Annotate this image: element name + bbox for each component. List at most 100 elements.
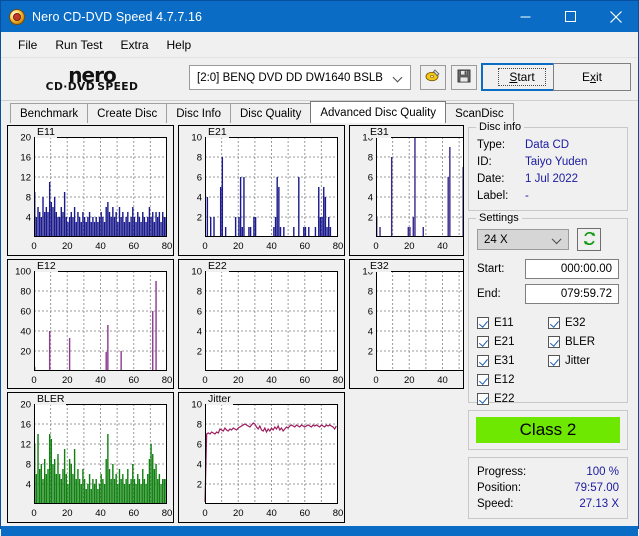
svg-text:60: 60 — [299, 375, 310, 386]
nero-disc-icon — [9, 8, 25, 25]
svg-text:80: 80 — [20, 286, 31, 297]
chart-e31-title: E31 — [368, 126, 391, 138]
disc-info-id-value: Taiyo Yuden — [525, 156, 588, 168]
svg-text:40: 40 — [266, 241, 277, 252]
svg-text:20: 20 — [404, 241, 415, 252]
checkbox-e12[interactable]: E12 — [477, 370, 548, 389]
svg-text:40: 40 — [20, 326, 31, 337]
exit-button[interactable]: Exit — [553, 63, 631, 91]
chart-plot-e31: 246810020406080 — [362, 133, 463, 252]
position-row: Position: 79:57.00 — [477, 480, 619, 496]
disc-info-date-label: Date: — [477, 173, 505, 185]
minimize-icon[interactable] — [503, 1, 548, 32]
menu-run-test[interactable]: Run Test — [46, 35, 111, 55]
chart-row-3: BLER 4 8 12 16 20 0 20 40 60 80 Jitter 2 4 6 8 10 0 20 4… — [7, 392, 468, 526]
disc-info-type-value: Data CD — [525, 139, 570, 151]
svg-text:20: 20 — [62, 508, 73, 519]
svg-text:20: 20 — [62, 241, 73, 252]
svg-text:0: 0 — [373, 241, 378, 252]
disc-info-id-label: ID: — [477, 156, 492, 168]
checkbox-e32[interactable]: E32 — [548, 313, 619, 332]
speed-label: Speed: — [477, 498, 514, 510]
disc-info-label: Label: - — [477, 188, 619, 205]
checkbox-column-left: E11 E21 E31 E12 E22 — [477, 313, 548, 408]
disc-info-label-value: - — [525, 190, 529, 202]
checkbox-bler[interactable]: BLER — [548, 332, 619, 351]
tab-advanced-disc-quality[interactable]: Advanced Disc Quality — [310, 101, 447, 123]
checkbox-column-right: E32 BLER Jitter — [548, 313, 619, 408]
chart-e32-title: E32 — [368, 259, 391, 272]
position-value: 79:57.00 — [574, 482, 619, 494]
svg-text:10: 10 — [191, 400, 202, 411]
svg-text:6: 6 — [197, 306, 202, 317]
svg-text:40: 40 — [95, 508, 106, 519]
disc-info-label-label: Label: — [477, 190, 509, 202]
end-input[interactable]: 079:59.72 — [525, 284, 619, 304]
chart-row-2: E12 20 40 60 80 100 0 20 40 60 80 E22 2 4 6 8 10 0 20 40… — [7, 258, 468, 393]
tab-create-disc[interactable]: Create Disc — [87, 103, 168, 123]
menu-extra[interactable]: Extra — [111, 35, 157, 55]
eject-disc-button[interactable] — [420, 65, 446, 90]
start-button-label-rest: tart — [517, 70, 535, 84]
svg-text:20: 20 — [62, 375, 73, 386]
svg-text:2: 2 — [197, 213, 202, 224]
svg-text:10: 10 — [191, 266, 202, 277]
svg-text:20: 20 — [20, 133, 31, 144]
chart-plot-jitter: 2 4 6 8 10 0 20 40 60 80 — [191, 400, 343, 520]
drive-select-value: [2:0] BENQ DVD DD DW1640 BSLB — [197, 71, 383, 84]
nero-logo: nero CD·DVD SPEED — [17, 65, 167, 93]
svg-text:80: 80 — [162, 241, 173, 252]
chart-plot-e21: 2 4 6 8 10 0 20 40 60 80 — [191, 133, 343, 253]
checkbox-jitter[interactable]: Jitter — [548, 351, 619, 370]
disc-info-id: ID: Taiyo Yuden — [477, 154, 619, 171]
svg-text:40: 40 — [437, 375, 448, 386]
status-bar — [1, 526, 638, 536]
close-icon[interactable] — [593, 1, 638, 32]
checkbox-e31[interactable]: E31 — [477, 351, 548, 370]
svg-text:6: 6 — [197, 440, 202, 451]
menu-file[interactable]: File — [9, 35, 46, 55]
chart-bler-title: BLER — [35, 393, 67, 406]
menu-help[interactable]: Help — [158, 35, 201, 55]
svg-text:8: 8 — [197, 286, 202, 297]
svg-text:16: 16 — [20, 153, 31, 164]
maximize-icon[interactable] — [548, 1, 593, 32]
svg-text:0: 0 — [373, 375, 378, 386]
svg-text:8: 8 — [368, 286, 373, 297]
start-input[interactable]: 000:00.00 — [525, 259, 619, 279]
svg-text:20: 20 — [233, 375, 244, 386]
save-button[interactable] — [451, 65, 477, 90]
title-bar: Nero CD-DVD Speed 4.7.7.16 — [1, 1, 638, 32]
tab-disc-info[interactable]: Disc Info — [166, 103, 231, 123]
checkmark-icon — [477, 316, 489, 329]
tab-disc-quality[interactable]: Disc Quality — [230, 103, 312, 123]
drive-select[interactable]: [2:0] BENQ DVD DD DW1640 BSLB — [189, 65, 411, 90]
checkbox-e21[interactable]: E21 — [477, 332, 548, 351]
checkmark-icon — [477, 354, 489, 367]
svg-text:8: 8 — [26, 193, 31, 204]
chart-jitter: Jitter 2 4 6 8 10 0 20 40 60 80 — [178, 392, 345, 524]
svg-text:0: 0 — [31, 241, 36, 252]
svg-text:6: 6 — [368, 306, 373, 317]
disc-info-type-label: Type: — [477, 139, 506, 151]
checkbox-e11[interactable]: E11 — [477, 313, 548, 332]
svg-text:4: 4 — [26, 480, 31, 491]
chart-e22: E22 2 4 6 8 10 0 20 40 60 80 — [178, 258, 345, 390]
start-button[interactable]: Start — [481, 63, 563, 91]
svg-text:12: 12 — [20, 440, 31, 451]
quality-class-group: Class 2 — [468, 410, 628, 450]
refresh-button[interactable] — [577, 228, 601, 251]
svg-text:80: 80 — [162, 375, 173, 386]
checkbox-e22[interactable]: E22 — [477, 389, 548, 408]
tab-benchmark[interactable]: Benchmark — [10, 103, 89, 123]
speed-select[interactable]: 24 X — [477, 229, 569, 250]
speed-row-status: Speed: 27.13 X — [477, 496, 619, 512]
svg-text:0: 0 — [202, 508, 207, 519]
chart-jitter-title: Jitter — [206, 393, 233, 406]
content-area: E11 4 8 12 16 20 0 20 40 60 80 E21 2 4 6 8 10 0 20 40 60 8… — [1, 121, 638, 526]
svg-text:40: 40 — [95, 375, 106, 386]
tab-scandisc[interactable]: ScanDisc — [445, 103, 514, 123]
chart-e11: E11 4 8 12 16 20 0 20 40 60 80 — [7, 125, 174, 256]
chart-e12: E12 20 40 60 80 100 0 20 40 60 80 — [7, 258, 174, 390]
refresh-icon — [582, 231, 597, 249]
